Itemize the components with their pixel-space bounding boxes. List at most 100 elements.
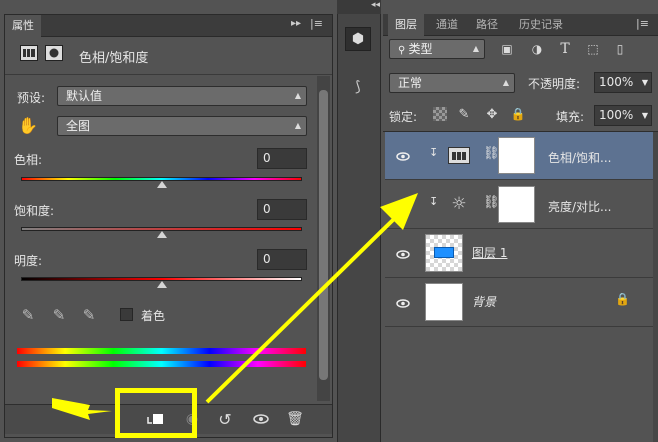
tab-paths[interactable]: 路径 (469, 14, 505, 36)
filter-value: 类型 (408, 42, 433, 56)
layer-thumbnail[interactable] (425, 283, 463, 321)
blue-shape-preview (434, 247, 454, 258)
header-divider (5, 74, 332, 75)
layer-name: 背景 (472, 295, 497, 309)
tab-history[interactable]: 历史记录 (512, 14, 570, 36)
reset-icon[interactable]: ↺ (213, 407, 237, 431)
fill-value: 100% (599, 108, 634, 122)
eyedropper-minus-icon[interactable]: ✎ (79, 304, 99, 326)
lightness-label: 明度: (14, 254, 43, 268)
panel-menu-icon[interactable]: |≡ (636, 17, 649, 30)
collapse-icon[interactable]: ▸▸ (291, 18, 301, 29)
lock-position-move-icon[interactable]: ✥ (484, 105, 500, 123)
hue-label: 色相: (14, 153, 43, 167)
tab-layers[interactable]: 图层 (388, 14, 424, 36)
dock-expand-icon[interactable]: ◂◂ (371, 0, 380, 10)
lock-icon: 🔒 (615, 292, 630, 306)
visibility-eye-icon[interactable] (249, 407, 273, 431)
properties-scrollbar[interactable] (317, 76, 330, 401)
visibility-eye-icon[interactable] (393, 146, 413, 166)
saturation-slider-thumb[interactable] (156, 231, 167, 238)
lock-all-icon[interactable]: 🔒 (510, 105, 526, 123)
preset-label: 预设: (17, 91, 46, 105)
blend-mode-select[interactable]: 正常 ▲ (389, 73, 515, 93)
select-arrows-icon: ▲ (294, 91, 301, 100)
hue-slider-thumb[interactable] (156, 181, 167, 188)
fill-label: 填充: (556, 110, 585, 124)
visibility-eye-icon[interactable] (393, 244, 413, 264)
transform-icon[interactable]: ⟆ (346, 76, 370, 98)
opacity-value: 100% (599, 75, 634, 89)
properties-panel (4, 14, 333, 438)
layer-mask-thumbnail[interactable] (498, 186, 535, 223)
adjustment-icon (20, 45, 38, 61)
input-spectrum-bar (17, 348, 306, 354)
filter-shape-icon[interactable]: ⬚ (584, 40, 602, 58)
dropdown-arrow-icon[interactable]: ▼ (642, 111, 648, 120)
colorize-label: 着色 (141, 309, 166, 323)
layers-tabbar: 图层 通道 路径 历史记录 |≡ (383, 14, 658, 36)
blend-mode-value: 正常 (398, 76, 423, 90)
select-arrows-icon: ▲ (294, 121, 301, 130)
tab-properties[interactable]: 属性 (5, 15, 41, 37)
layer-row[interactable]: ↧ ☼ ⛓ 亮度/对比... (385, 181, 653, 229)
lightness-value: 0 (263, 252, 271, 266)
layer-mask-thumbnail[interactable] (498, 137, 535, 174)
layer-name: 亮度/对比... (548, 200, 612, 214)
channel-select[interactable]: 全图 ▲ (57, 116, 307, 136)
search-icon: ⚲ (398, 45, 409, 56)
eyedropper-icon[interactable]: ✎ (18, 304, 38, 326)
annotation-highlight-box (115, 388, 197, 438)
layer-row[interactable]: ↧ ⛓ 色相/饱和... (385, 132, 653, 180)
saturation-value: 0 (263, 202, 271, 216)
opacity-input[interactable]: 100% ▼ (594, 72, 652, 93)
layer-row[interactable]: 图层 1 (385, 230, 653, 278)
colorize-checkbox[interactable] (120, 308, 133, 321)
panel-title: 色相/饱和度 (79, 51, 149, 66)
lock-image-brush-icon[interactable]: ✎ (456, 105, 472, 123)
dropdown-arrow-icon[interactable]: ▼ (642, 78, 648, 87)
lightness-slider-thumb[interactable] (156, 281, 167, 288)
delete-trash-icon[interactable]: 🗑 (283, 407, 307, 431)
middle-dock (337, 0, 381, 442)
targeted-adjust-hand-icon[interactable]: ✋ (17, 114, 39, 136)
select-arrows-icon: ▲ (472, 44, 479, 53)
mask-icon[interactable] (45, 45, 63, 61)
hue-value: 0 (263, 151, 271, 165)
filter-type-icon[interactable]: T (556, 40, 574, 58)
3d-cube-icon[interactable]: ⬢ (345, 27, 371, 51)
eyedropper-plus-icon[interactable]: ✎ (49, 304, 69, 326)
channel-value: 全图 (66, 119, 91, 133)
opacity-label: 不透明度: (528, 77, 581, 91)
fill-input[interactable]: 100% ▼ (594, 105, 652, 126)
preset-select[interactable]: 默认值 ▲ (57, 86, 307, 106)
output-spectrum-bar (17, 361, 306, 367)
saturation-input[interactable]: 0 (257, 199, 307, 220)
filter-smartobject-icon[interactable]: ▯ (611, 40, 629, 58)
hue-input[interactable]: 0 (257, 148, 307, 169)
filter-adjustment-icon[interactable]: ◑ (528, 40, 546, 58)
brightness-sun-icon: ☼ (451, 194, 467, 214)
tab-channels[interactable]: 通道 (429, 14, 465, 36)
lightness-input[interactable]: 0 (257, 249, 307, 270)
visibility-eye-icon[interactable] (393, 293, 413, 313)
layer-row[interactable]: 背景 🔒 (385, 279, 653, 327)
visibility-eye-icon[interactable] (393, 195, 413, 215)
layer-thumbnail[interactable] (425, 234, 463, 272)
layer-name: 图层 1 (472, 246, 508, 260)
properties-tabbar: 属性 ▸▸ |≡ (5, 15, 332, 37)
layer-name: 色相/饱和... (548, 151, 612, 165)
lock-transparent-icon[interactable] (433, 107, 447, 121)
lock-label: 锁定: (389, 110, 418, 124)
scrollbar-thumb[interactable] (319, 90, 328, 380)
filter-pixel-icon[interactable]: ▣ (498, 40, 516, 58)
saturation-label: 饱和度: (14, 204, 55, 218)
layers-scrollbar[interactable] (653, 132, 658, 442)
panel-menu-icon[interactable]: |≡ (310, 17, 323, 30)
clipping-arrow-icon: ↧ (429, 195, 439, 208)
select-arrows-icon: ▲ (502, 78, 509, 87)
preset-value: 默认值 (66, 89, 103, 103)
layer-filter-select[interactable]: ⚲ 类型 ▲ (389, 39, 485, 59)
clipping-arrow-icon: ↧ (429, 146, 439, 159)
hue-saturation-adjustment-icon (448, 147, 470, 164)
